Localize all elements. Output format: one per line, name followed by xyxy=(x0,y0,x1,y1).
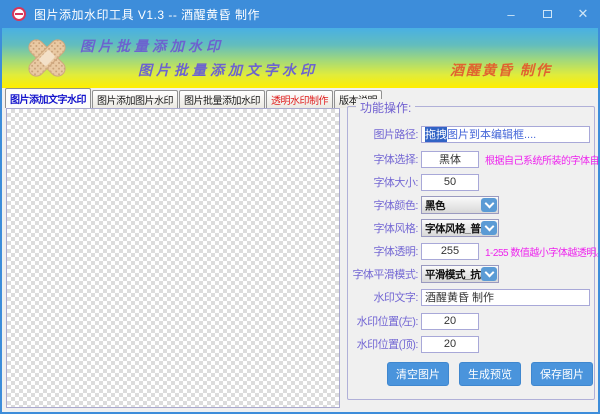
field-position-top: 水印位置(顶): xyxy=(352,335,590,353)
chevron-down-icon xyxy=(481,198,497,212)
position-top-input[interactable] xyxy=(421,336,479,353)
font-color-label: 字体颜色: xyxy=(352,197,418,213)
smooth-mode-label: 字体平滑模式: xyxy=(352,266,418,282)
image-canvas[interactable] xyxy=(6,108,340,408)
save-image-button[interactable]: 保存图片 xyxy=(531,362,593,386)
font-alpha-hint: 1-255 数值越小字体越透明。 xyxy=(485,244,600,259)
field-smooth-mode: 字体平滑模式: 平滑模式_抗锯齿 xyxy=(352,265,590,283)
minimize-button[interactable]: – xyxy=(500,5,522,23)
window-title: 图片添加水印工具 V1.3 -- 酒醒黄昏 制作 xyxy=(34,6,260,23)
position-left-label: 水印位置(左): xyxy=(352,313,418,329)
font-name-input[interactable] xyxy=(421,151,479,168)
field-font-size: 字体大小: xyxy=(352,173,590,191)
field-watermark-text: 水印文字: xyxy=(352,288,590,306)
font-alpha-input[interactable] xyxy=(421,243,479,260)
selected-text: 拖拽 xyxy=(425,126,447,142)
image-path-input[interactable]: 拖拽图片到本编辑框.... xyxy=(421,126,590,143)
font-style-select[interactable]: 字体风格_普通 xyxy=(421,219,499,237)
groupbox-title: 功能操作: xyxy=(356,99,415,116)
app-icon xyxy=(12,7,26,21)
tab-strip: 图片添加文字水印 图片添加图片水印 图片批量添加水印 透明水印制作 版本说明 xyxy=(5,88,383,108)
font-color-select[interactable]: 黑色 xyxy=(421,196,499,214)
position-left-input[interactable] xyxy=(421,313,479,330)
font-color-value: 黑色 xyxy=(422,198,481,213)
field-font-style: 字体风格: 字体风格_普通 xyxy=(352,219,590,237)
bandage-icon xyxy=(22,34,72,82)
font-name-label: 字体选择: xyxy=(352,151,418,167)
field-position-left: 水印位置(左): xyxy=(352,312,590,330)
tab-add-image-watermark[interactable]: 图片添加图片水印 xyxy=(92,90,178,108)
banner-credit: 酒醒黄昏 制作 xyxy=(450,60,552,80)
position-top-label: 水印位置(顶): xyxy=(352,336,418,352)
font-alpha-label: 字体透明: xyxy=(352,243,418,259)
font-size-input[interactable] xyxy=(421,174,479,191)
app-window: 图片添加水印工具 V1.3 -- 酒醒黄昏 制作 – ✕ 图片批量添加水印 图片… xyxy=(0,0,600,414)
field-image-path: 图片路径: 拖拽图片到本编辑框.... xyxy=(352,125,590,143)
banner-title-1: 图片批量添加水印 xyxy=(80,36,224,56)
banner-title-2: 图片批量添加文字水印 xyxy=(138,60,318,80)
chevron-down-icon xyxy=(481,221,497,235)
smooth-mode-select[interactable]: 平滑模式_抗锯齿 xyxy=(421,265,499,283)
close-button[interactable]: ✕ xyxy=(572,5,594,23)
field-font-color: 字体颜色: 黑色 xyxy=(352,196,590,214)
font-style-value: 字体风格_普通 xyxy=(422,221,481,236)
window-controls: – ✕ xyxy=(500,5,594,23)
path-text: 图片到本编辑框.... xyxy=(447,126,536,142)
font-size-label: 字体大小: xyxy=(352,174,418,190)
smooth-mode-value: 平滑模式_抗锯齿 xyxy=(422,267,481,282)
function-groupbox: 功能操作: 图片路径: 拖拽图片到本编辑框.... 字体选择: 根据自己系统所装… xyxy=(347,106,595,400)
font-style-label: 字体风格: xyxy=(352,220,418,236)
title-bar: 图片添加水印工具 V1.3 -- 酒醒黄昏 制作 – ✕ xyxy=(0,0,600,28)
banner: 图片批量添加水印 图片批量添加文字水印 酒醒黄昏 制作 xyxy=(2,28,598,88)
field-font-name: 字体选择: 根据自己系统所装的字体自行输入吧。 xyxy=(352,150,590,168)
maximize-icon xyxy=(543,10,552,18)
clear-image-button[interactable]: 清空图片 xyxy=(387,362,449,386)
tab-batch-watermark[interactable]: 图片批量添加水印 xyxy=(179,90,265,108)
watermark-text-input[interactable] xyxy=(421,289,590,306)
image-path-label: 图片路径: xyxy=(352,126,418,142)
chevron-down-icon xyxy=(481,267,497,281)
generate-preview-button[interactable]: 生成预览 xyxy=(459,362,521,386)
tab-add-text-watermark[interactable]: 图片添加文字水印 xyxy=(5,88,91,108)
maximize-button[interactable] xyxy=(536,5,558,23)
watermark-text-label: 水印文字: xyxy=(352,289,418,305)
font-name-hint: 根据自己系统所装的字体自行输入吧。 xyxy=(485,152,600,167)
field-font-alpha: 字体透明: 1-255 数值越小字体越透明。 xyxy=(352,242,590,260)
tab-transparent-watermark[interactable]: 透明水印制作 xyxy=(266,90,333,108)
